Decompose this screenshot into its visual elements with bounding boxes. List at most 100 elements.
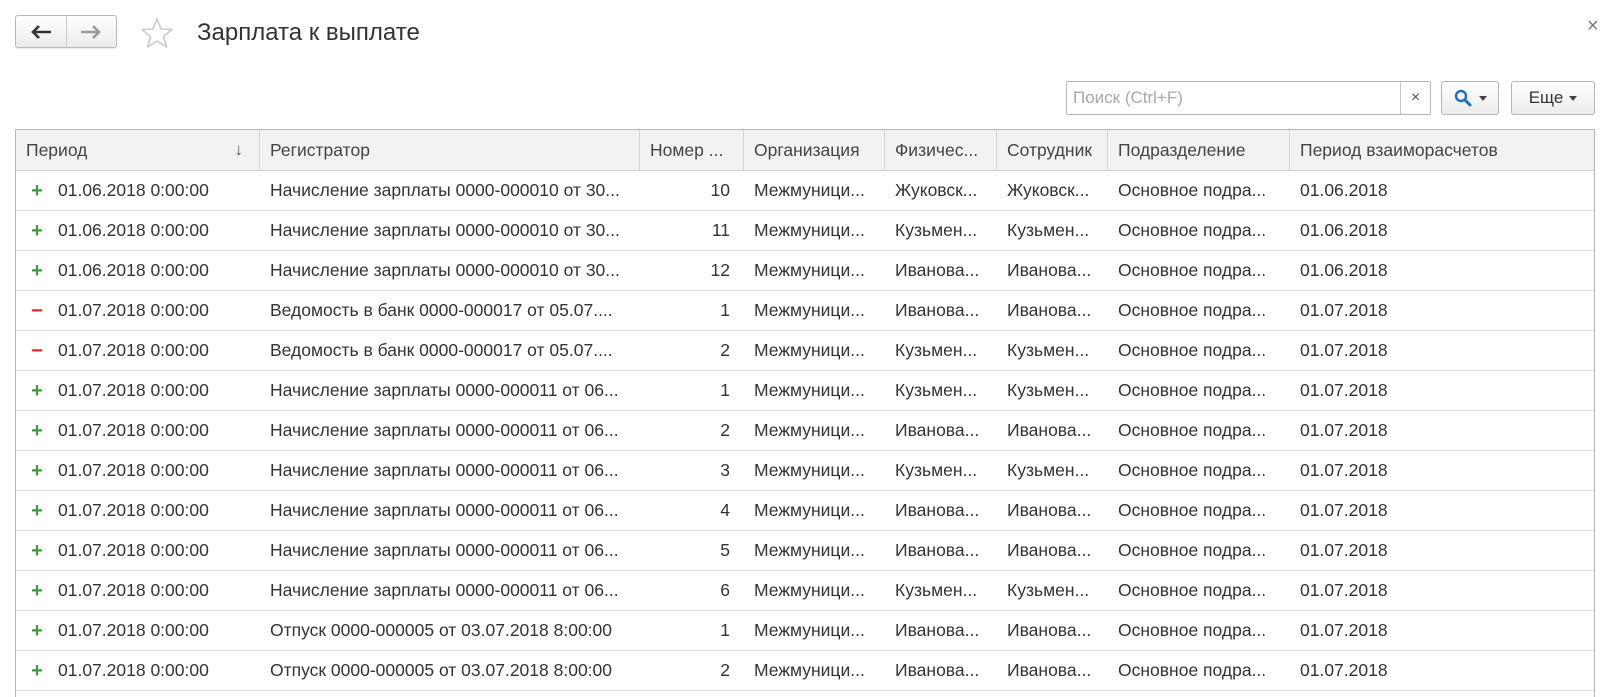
cell-settlement-period: 01.07.2018 — [1300, 340, 1388, 360]
cell-registrar: Начисление зарплаты 0000-000010 от 30... — [270, 260, 620, 280]
cell-period: +01.06.2018 0:00:00 — [16, 211, 260, 250]
cell-registrar: Начисление зарплаты 0000-000011 от 06... — [270, 500, 619, 520]
cell-organization: Межмуници... — [754, 300, 865, 320]
back-button[interactable] — [16, 16, 66, 47]
cell-organization: Межмуници... — [754, 420, 865, 440]
period-value: 01.06.2018 0:00:00 — [58, 220, 209, 240]
cell-period: +01.07.2018 0:00:00 — [16, 451, 260, 490]
period-value: 01.07.2018 0:00:00 — [58, 620, 209, 640]
table-row[interactable]: +01.06.2018 0:00:00 Начисление зарплаты 0… — [16, 211, 1594, 251]
cell-department: Основное подра... — [1118, 500, 1267, 520]
table-row[interactable]: −01.07.2018 0:00:00 Ведомость в банк 0000… — [16, 331, 1594, 371]
period-value: 01.07.2018 0:00:00 — [58, 380, 209, 400]
favorite-button[interactable] — [140, 16, 174, 50]
cell-settlement-period: 01.07.2018 — [1300, 660, 1388, 680]
column-header-person[interactable]: Физичес... — [885, 130, 997, 170]
column-header-department[interactable]: Подразделение — [1108, 130, 1290, 170]
receipt-plus-icon: + — [31, 459, 43, 482]
cell-settlement-period: 01.07.2018 — [1300, 460, 1388, 480]
cell-person: Иванова... — [895, 260, 980, 280]
cell-registrar: Отпуск 0000-000005 от 03.07.2018 8:00:00 — [270, 660, 613, 680]
cell-number: 12 — [710, 260, 730, 280]
column-header-number[interactable]: Номер ... — [640, 130, 744, 170]
cell-number: 4 — [720, 500, 730, 520]
cell-registrar: Начисление зарплаты 0000-000010 от 30... — [270, 180, 620, 200]
table-row[interactable]: +01.06.2018 0:00:00 Начисление зарплаты 0… — [16, 251, 1594, 291]
cell-organization: Межмуници... — [754, 380, 865, 400]
column-header-employee[interactable]: Сотрудник — [997, 130, 1108, 170]
search-button[interactable] — [1441, 81, 1499, 115]
cell-employee: Иванова... — [1007, 620, 1092, 640]
cell-department: Основное подра... — [1118, 540, 1267, 560]
table-row[interactable]: +01.07.2018 0:00:00 Начисление зарплаты 0… — [16, 371, 1594, 411]
cell-department: Основное подра... — [1118, 620, 1267, 640]
cell-settlement-period: 01.06.2018 — [1300, 180, 1388, 200]
cell-number: 3 — [720, 460, 730, 480]
receipt-plus-icon: + — [31, 219, 43, 242]
table-row[interactable]: +01.07.2018 0:00:00 Начисление зарплаты 0… — [16, 571, 1594, 611]
close-button[interactable]: × — [1587, 16, 1599, 36]
column-header-organization[interactable]: Организация — [744, 130, 885, 170]
cell-employee: Кузьмен... — [1007, 460, 1090, 480]
cell-employee: Иванова... — [1007, 300, 1092, 320]
column-header-settlement-period[interactable]: Период взаиморасчетов — [1290, 130, 1594, 170]
cell-period: +01.07.2018 0:00:00 — [16, 611, 260, 650]
cell-employee: Иванова... — [1007, 500, 1092, 520]
period-value: 01.07.2018 0:00:00 — [58, 660, 209, 680]
cell-department: Основное подра... — [1118, 460, 1267, 480]
cell-settlement-period: 01.07.2018 — [1300, 580, 1388, 600]
period-value: 01.06.2018 0:00:00 — [58, 180, 209, 200]
search-input[interactable] — [1067, 82, 1400, 114]
more-button[interactable]: Еще — [1511, 81, 1595, 115]
cell-number: 2 — [720, 340, 730, 360]
cell-settlement-period: 01.07.2018 — [1300, 300, 1388, 320]
cell-period: −01.07.2018 0:00:00 — [16, 291, 260, 330]
cell-person: Кузьмен... — [895, 220, 978, 240]
table-row[interactable]: +01.07.2018 0:00:00 Начисление зарплаты 0… — [16, 451, 1594, 491]
cell-person: Иванова... — [895, 300, 980, 320]
cell-department: Основное подра... — [1118, 660, 1267, 680]
cell-number: 1 — [720, 300, 730, 320]
cell-person: Иванова... — [895, 620, 980, 640]
cell-department: Основное подра... — [1118, 180, 1267, 200]
cell-person: Иванова... — [895, 660, 980, 680]
table-row[interactable]: −01.07.2018 0:00:00 Ведомость в банк 0000… — [16, 291, 1594, 331]
column-header-registrar[interactable]: Регистратор — [260, 130, 640, 170]
cell-period: +01.07.2018 0:00:00 — [16, 651, 260, 690]
cell-organization: Межмуници... — [754, 580, 865, 600]
more-button-label: Еще — [1528, 88, 1564, 107]
forward-button[interactable] — [65, 16, 117, 47]
cell-organization: Межмуници... — [754, 660, 865, 680]
receipt-plus-icon: + — [31, 659, 43, 682]
cell-settlement-period: 01.07.2018 — [1300, 540, 1388, 560]
table-row[interactable]: +01.06.2018 0:00:00 Начисление зарплаты 0… — [16, 171, 1594, 211]
cell-registrar: Начисление зарплаты 0000-000011 от 06... — [270, 460, 619, 480]
column-header-period[interactable]: Период ↓ — [16, 130, 260, 170]
receipt-plus-icon: + — [31, 179, 43, 202]
cell-organization: Межмуници... — [754, 540, 865, 560]
arrow-right-icon — [81, 24, 102, 39]
table-row[interactable]: +01.07.2018 0:00:00 Отпуск 0000-000005 от… — [16, 611, 1594, 651]
cell-number: 10 — [710, 180, 730, 200]
dropdown-caret-icon — [1478, 95, 1487, 101]
search-box: × — [1066, 81, 1431, 115]
table-row[interactable]: +01.07.2018 0:00:00 Начисление зарплаты 0… — [16, 411, 1594, 451]
cell-person: Кузьмен... — [895, 340, 978, 360]
table-row[interactable]: +01.07.2018 0:00:00 Начисление зарплаты 0… — [16, 491, 1594, 531]
table-header: Период ↓ Регистратор Номер ... Организац… — [16, 130, 1594, 171]
period-value: 01.07.2018 0:00:00 — [58, 420, 209, 440]
dropdown-caret-icon — [1569, 95, 1578, 101]
cell-person: Кузьмен... — [895, 580, 978, 600]
table-row[interactable]: +01.07.2018 0:00:00 Отпуск 0000-000005 от… — [16, 651, 1594, 691]
arrow-left-icon — [30, 24, 51, 39]
cell-organization: Межмуници... — [754, 620, 865, 640]
cell-employee: Кузьмен... — [1007, 580, 1090, 600]
search-clear-button[interactable]: × — [1400, 82, 1430, 114]
receipt-plus-icon: + — [31, 579, 43, 602]
cell-registrar: Ведомость в банк 0000-000017 от 05.07...… — [270, 340, 613, 360]
cell-settlement-period: 01.07.2018 — [1300, 380, 1388, 400]
cell-period: −01.07.2018 0:00:00 — [16, 331, 260, 370]
table-row[interactable]: +01.07.2018 0:00:00 Начисление зарплаты 0… — [16, 531, 1594, 571]
cell-settlement-period: 01.06.2018 — [1300, 260, 1388, 280]
cell-person: Иванова... — [895, 500, 980, 520]
